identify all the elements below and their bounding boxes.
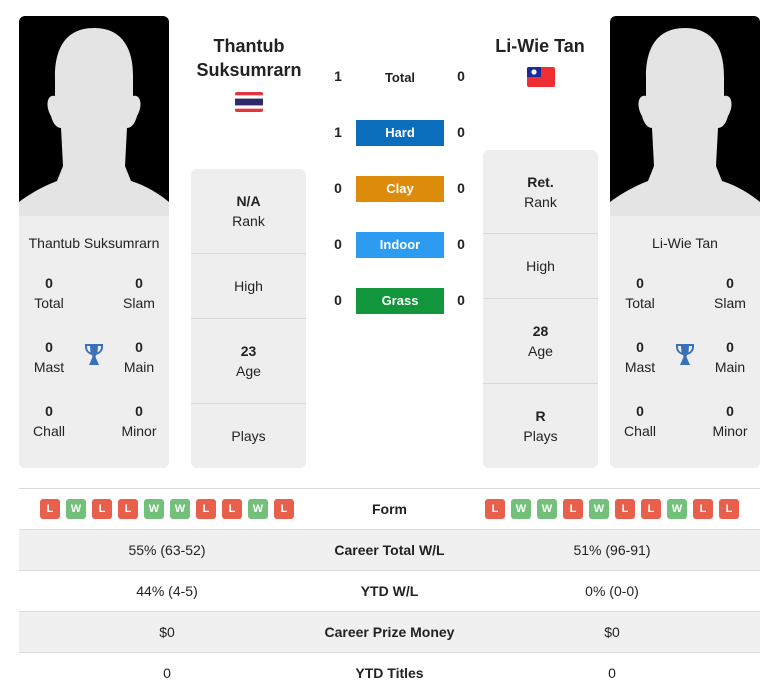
titles-chall: 0 Chall <box>33 403 65 439</box>
form-win-badge[interactable]: W <box>66 499 86 519</box>
titles-minor: 0 Minor <box>712 403 748 439</box>
form-loss-badge[interactable]: L <box>118 499 138 519</box>
surface-grass[interactable]: Grass <box>356 288 444 314</box>
form-win-badge[interactable]: W <box>170 499 190 519</box>
thailand-flag-icon <box>235 92 263 112</box>
career-total-row: 55% (63-52) Career Total W/L 51% (96-91) <box>19 529 760 570</box>
form-loss-badge[interactable]: L <box>274 499 294 519</box>
form-loss-badge[interactable]: L <box>615 499 635 519</box>
form-win-badge[interactable]: W <box>667 499 687 519</box>
form-label: Form <box>372 501 407 517</box>
form-loss-badge[interactable]: L <box>719 499 739 519</box>
form-win-badge[interactable]: W <box>248 499 268 519</box>
h2h-total-label: Total <box>384 70 416 85</box>
player2-prize-money: $0 <box>604 624 620 640</box>
info-high: High <box>191 254 306 319</box>
player1-ytd-titles: 0 <box>163 665 171 681</box>
form-loss-badge[interactable]: L <box>40 499 60 519</box>
player1-ytd-wl: 44% (4-5) <box>136 583 198 599</box>
form-loss-badge[interactable]: L <box>693 499 713 519</box>
career-total-label: Career Total W/L <box>334 542 445 558</box>
titles-main: 0 Main <box>714 339 746 375</box>
form-win-badge[interactable]: W <box>144 499 164 519</box>
h2h-hard-p2: 0 <box>457 124 465 140</box>
info-rank: Ret. Rank <box>483 150 598 234</box>
titles-minor: 0 Minor <box>121 403 157 439</box>
player2-card: Li-Wie Tan 0 Total 0 Slam 0 Mast 0 Main … <box>610 16 760 468</box>
titles-total: 0 Total <box>625 275 655 311</box>
form-loss-badge[interactable]: L <box>485 499 505 519</box>
form-loss-badge[interactable]: L <box>196 499 216 519</box>
form-loss-badge[interactable]: L <box>641 499 661 519</box>
form-loss-badge[interactable]: L <box>563 499 583 519</box>
h2h-total-p2: 0 <box>457 68 465 84</box>
player2-ytd-wl: 0% (0-0) <box>585 583 639 599</box>
form-win-badge[interactable]: W <box>589 499 609 519</box>
player1-card: Thantub Suksumrarn 0 Total 0 Slam 0 Mast… <box>19 16 169 468</box>
h2h-clay-p2: 0 <box>457 180 465 196</box>
titles-mast: 0 Mast <box>624 339 656 375</box>
surface-indoor[interactable]: Indoor <box>356 232 444 258</box>
ytd-wl-row: 44% (4-5) YTD W/L 0% (0-0) <box>19 570 760 611</box>
silhouette-icon <box>610 28 760 216</box>
taiwan-flag-icon <box>527 67 555 87</box>
ytd-wl-label: YTD W/L <box>360 583 419 599</box>
player1-titles: 0 Total 0 Slam 0 Mast 0 Main 0 Chall 0 M… <box>19 273 169 468</box>
h2h-total-p1: 1 <box>334 68 342 84</box>
player2-name[interactable]: Li-Wie Tan <box>470 34 610 58</box>
player2-photo <box>610 16 760 216</box>
h2h-grass-p1: 0 <box>334 292 342 308</box>
h2h-grass-p2: 0 <box>457 292 465 308</box>
player2-photo-name: Li-Wie Tan <box>652 235 718 251</box>
info-rank: N/A Rank <box>191 169 306 254</box>
player1-name[interactable]: Thantub Suksumrarn <box>180 34 318 82</box>
prize-money-row: $0 Career Prize Money $0 <box>19 611 760 652</box>
player1-career-total: 55% (63-52) <box>128 542 206 558</box>
info-age: 28 Age <box>483 299 598 384</box>
form-loss-badge[interactable]: L <box>222 499 242 519</box>
trophy-icon <box>673 343 697 372</box>
h2h-hard-p1: 1 <box>334 124 342 140</box>
player1-photo <box>19 16 169 216</box>
form-loss-badge[interactable]: L <box>92 499 112 519</box>
titles-slam: 0 Slam <box>123 275 155 311</box>
surface-hard[interactable]: Hard <box>356 120 444 146</box>
h2h-indoor-p1: 0 <box>334 236 342 252</box>
player2-info: Ret. Rank High 28 Age R Plays <box>483 150 598 468</box>
player1-prize-money: $0 <box>159 624 175 640</box>
stats-table: LWLLWWLLWL Form LWWLWLLWLL 55% (63-52) C… <box>19 488 760 693</box>
titles-main: 0 Main <box>123 339 155 375</box>
player1-photo-name: Thantub Suksumrarn <box>28 235 160 251</box>
ytd-titles-row: 0 YTD Titles 0 <box>19 652 760 693</box>
player1-form: LWLLWWLLWL <box>19 499 315 519</box>
info-high: High <box>483 234 598 299</box>
titles-slam: 0 Slam <box>714 275 746 311</box>
h2h-clay-p1: 0 <box>334 180 342 196</box>
trophy-icon <box>82 343 106 372</box>
form-win-badge[interactable]: W <box>511 499 531 519</box>
silhouette-icon <box>19 28 169 216</box>
titles-total: 0 Total <box>34 275 64 311</box>
titles-mast: 0 Mast <box>33 339 65 375</box>
form-row: LWLLWWLLWL Form LWWLWLLWLL <box>19 488 760 529</box>
prize-money-label: Career Prize Money <box>324 624 455 640</box>
info-age: 23 Age <box>191 319 306 404</box>
player2-form: LWWLWLLWLL <box>464 499 760 519</box>
ytd-titles-label: YTD Titles <box>355 665 424 681</box>
form-win-badge[interactable]: W <box>537 499 557 519</box>
info-plays: R Plays <box>523 408 558 444</box>
titles-chall: 0 Chall <box>624 403 656 439</box>
player1-info: N/A Rank High 23 Age Plays <box>191 169 306 468</box>
surface-clay[interactable]: Clay <box>356 176 444 202</box>
player2-titles: 0 Total 0 Slam 0 Mast 0 Main 0 Chall 0 M… <box>610 273 760 468</box>
h2h-indoor-p2: 0 <box>457 236 465 252</box>
player2-ytd-titles: 0 <box>608 665 616 681</box>
player2-career-total: 51% (96-91) <box>573 542 651 558</box>
info-plays: Plays <box>231 428 266 444</box>
